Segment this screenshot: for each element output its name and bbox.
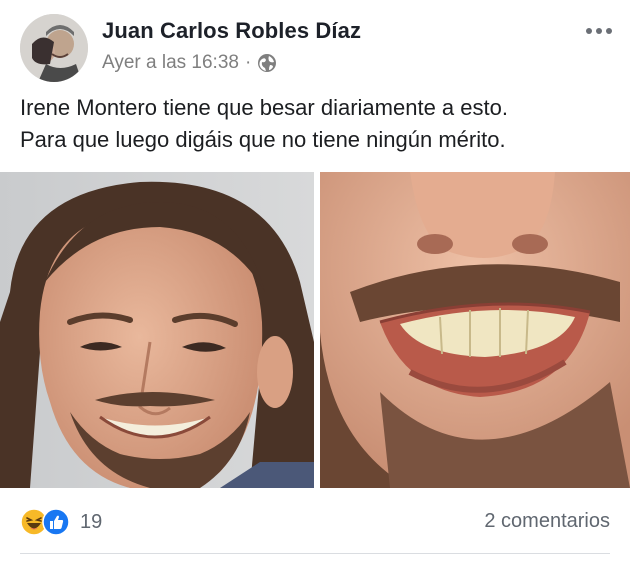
reaction-count: 19 [80,510,103,533]
like-reaction-icon [42,508,70,536]
post-timestamp[interactable]: Ayer a las 16:38 [102,52,239,74]
comments-count-link[interactable]: 2 comentarios [484,510,610,533]
reactions-summary[interactable]: 19 [20,508,102,536]
more-options-icon[interactable] [586,28,612,34]
post-text-line-2: Para que luego digáis que no tiene ningú… [20,127,506,152]
avatar-image [20,14,88,82]
post-photo-right[interactable] [320,172,630,488]
globe-icon[interactable] [257,53,277,73]
post-photo-left[interactable] [0,172,314,488]
avatar[interactable] [20,14,88,82]
photo-smiling-man-image [0,172,314,488]
author-name[interactable]: Juan Carlos Robles Díaz [102,18,361,44]
meta-separator: · [244,52,252,73]
divider [20,553,610,554]
post-meta: Ayer a las 16:38 · [102,52,277,74]
photo-smile-closeup-image [320,172,630,488]
facebook-post: Juan Carlos Robles Díaz Ayer a las 16:38… [0,0,630,569]
post-text-line-1: Irene Montero tiene que besar diariament… [20,95,508,120]
post-text: Irene Montero tiene que besar diariament… [20,92,610,156]
